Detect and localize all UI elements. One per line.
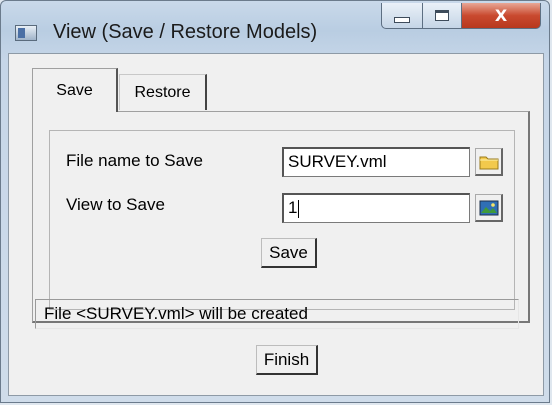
file-name-input[interactable]: SURVEY.vml bbox=[282, 147, 470, 177]
window-title: View (Save / Restore Models) bbox=[53, 21, 318, 43]
view-value: 1 bbox=[288, 198, 298, 217]
app-icon bbox=[15, 25, 37, 41]
view-picture-icon bbox=[479, 200, 498, 215]
save-button[interactable]: Save bbox=[261, 238, 317, 268]
status-message: File <SURVEY.vml> will be created bbox=[35, 299, 519, 329]
maximize-button[interactable] bbox=[422, 3, 462, 29]
minimize-button[interactable] bbox=[381, 3, 423, 29]
text-caret bbox=[298, 199, 300, 218]
title-bar[interactable]: View (Save / Restore Models) X bbox=[1, 1, 549, 51]
save-group-box: File name to Save SURVEY.vml View to Sav… bbox=[49, 130, 515, 310]
view-select-button[interactable] bbox=[475, 194, 503, 222]
minimize-icon bbox=[394, 16, 410, 23]
close-icon: X bbox=[494, 6, 508, 25]
folder-icon bbox=[479, 156, 498, 169]
file-name-label: File name to Save bbox=[66, 151, 204, 170]
tab-restore[interactable]: Restore bbox=[119, 74, 207, 110]
dialog-window: View (Save / Restore Models) X Save Rest… bbox=[0, 0, 550, 403]
finish-button[interactable]: Finish bbox=[256, 345, 318, 375]
dialog-client-area: Save Restore File name to Save SURVEY.vm… bbox=[8, 53, 544, 396]
close-button[interactable]: X bbox=[461, 3, 541, 29]
file-browse-button[interactable] bbox=[475, 148, 503, 176]
tab-save[interactable]: Save bbox=[32, 68, 118, 112]
maximize-icon bbox=[435, 10, 449, 21]
file-name-value: SURVEY.vml bbox=[288, 152, 387, 171]
save-tab-panel: File name to Save SURVEY.vml View to Sav… bbox=[32, 111, 530, 323]
view-label: View to Save bbox=[66, 195, 165, 214]
view-input[interactable]: 1 bbox=[282, 193, 470, 223]
